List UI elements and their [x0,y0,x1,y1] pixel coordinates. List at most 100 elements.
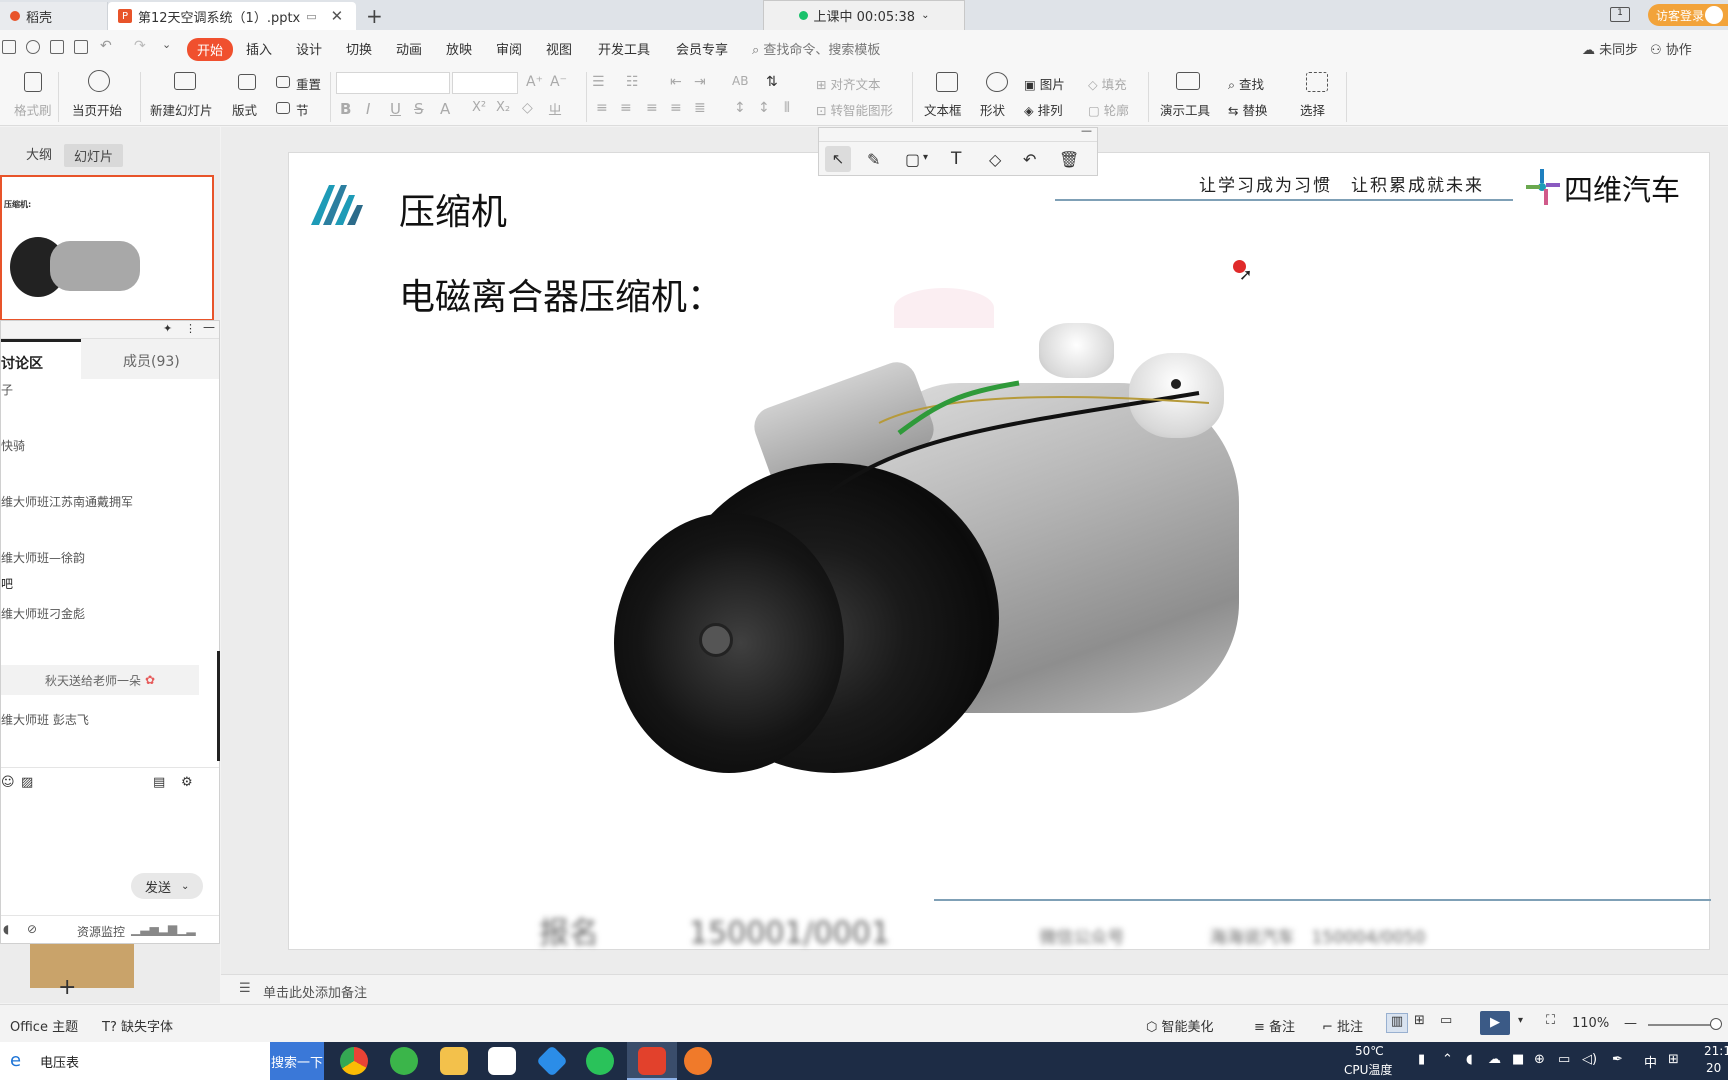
font-family-select[interactable] [336,72,450,94]
paragraph-spacing-icon[interactable]: ↕ [758,100,770,116]
chevron-down-icon[interactable]: ▾ [1518,1015,1523,1026]
compressor-image[interactable] [609,323,1259,783]
section-button[interactable]: 节 [296,100,309,119]
mute-icon[interactable]: ⊘ [27,922,37,936]
slide-subtitle[interactable]: 电磁离合器压缩机： [399,268,723,320]
align-left-icon[interactable]: ≡ [596,100,608,116]
window-count-icon[interactable]: 1 [1610,7,1630,22]
volume-icon[interactable]: ◁) [1582,1052,1597,1067]
pen-tray-icon[interactable]: ✒ [1612,1052,1623,1067]
avatar-icon[interactable] [1705,6,1723,24]
eraser-tool-icon[interactable]: ◇ [989,150,1001,169]
new-slide-button[interactable]: 新建幻灯片 [150,100,213,119]
layout-button[interactable]: 版式 [232,100,257,119]
font-size-select[interactable] [452,72,518,94]
clock-date[interactable]: 20 [1706,1061,1721,1075]
italic-icon[interactable]: I [366,100,370,118]
select-button[interactable]: 选择 [1300,100,1325,119]
select-icon[interactable] [1306,72,1328,92]
print-icon[interactable] [50,40,64,54]
tab-document[interactable]: P 第12天空调系统（1）.pptx ▭ ✕ [108,2,356,30]
keyboard-icon[interactable]: ⊞ [1668,1052,1679,1067]
strikethrough-icon[interactable]: S [414,100,424,118]
presenter-tools-button[interactable]: 演示工具 [1160,100,1210,119]
sort-icon[interactable]: ⇅ [766,74,778,90]
textbox-button[interactable]: 文本框 [924,100,962,119]
tray-square-icon[interactable]: ■ [1512,1052,1524,1067]
bold-icon[interactable]: B [340,100,351,118]
collaborate-button[interactable]: ⚇ 协作 [1650,39,1692,58]
mic-tray-icon[interactable]: ◖ [1466,1052,1473,1067]
find-button[interactable]: ⌕ 查找 [1228,74,1264,93]
rectangle-tool-icon[interactable]: ▢ [905,150,920,169]
pin-icon[interactable]: ▭ [306,10,316,23]
browser-icon[interactable] [390,1047,418,1075]
align-right-icon[interactable]: ≡ [646,100,658,116]
print-preview-icon[interactable] [74,40,88,54]
decrease-font-icon[interactable]: A⁻ [550,74,567,90]
normal-view-icon[interactable]: ▥ [1386,1013,1408,1033]
zoom-level[interactable]: 110% [1572,1016,1609,1031]
resource-monitor-label[interactable]: 资源监控 [77,923,125,940]
app-avatar-icon[interactable] [684,1047,712,1075]
increase-font-icon[interactable]: A⁺ [526,74,543,90]
reset-button[interactable]: 重置 [296,74,321,93]
shape-icon[interactable] [986,72,1008,92]
justify-icon[interactable]: ≡ [670,100,682,116]
image-icon[interactable]: ▨ [21,775,33,790]
format-painter-button[interactable]: 格式刷 [14,100,52,119]
font-color-icon[interactable]: A [440,100,450,118]
sync-status[interactable]: ☁ 未同步 [1582,39,1638,58]
numbering-icon[interactable]: ☷ [626,74,639,90]
outdent-icon[interactable]: ⇤ [670,74,682,90]
align-text-button[interactable]: ⊞ 对齐文本 [816,74,880,93]
chevron-down-icon[interactable]: ▾ [923,152,928,163]
pin-icon[interactable]: ✦ [163,322,172,335]
play-slideshow-icon[interactable]: ▶ [1480,1011,1510,1035]
quick-access-dropdown-icon[interactable]: ⌄ [162,38,171,51]
add-slide-icon[interactable]: + [58,975,76,1000]
notes-bar[interactable]: ☰ 单击此处添加备注 [221,974,1728,1004]
app-hub-icon[interactable] [488,1047,516,1075]
clear-format-icon[interactable]: ◇ [522,100,533,116]
chat-scrollbar[interactable] [217,651,220,761]
share-icon[interactable] [26,40,40,54]
tab-outline[interactable]: 大纲 [26,144,52,163]
reading-view-icon[interactable]: ▭ [1440,1013,1452,1028]
underline-icon[interactable]: U [390,100,401,118]
shape-button[interactable]: 形状 [980,100,1005,119]
network-icon[interactable]: ▭ [1558,1052,1570,1067]
notes-toggle-button[interactable]: ≡ 备注 [1254,1016,1295,1035]
message-icon[interactable]: ▤ [153,775,165,790]
grid-view-icon[interactable]: ⊞ [1414,1013,1425,1028]
tray-plus-icon[interactable]: ⊕ [1534,1052,1545,1067]
slide[interactable]: 压缩机 让学习成为习惯 让积累成就未来 四维汽车 电磁离合器压缩机： ➚ 报名 … [288,152,1711,951]
chrome-icon[interactable] [340,1047,368,1075]
column-icon[interactable]: ⫴ [784,100,790,116]
pointer-tool-icon[interactable]: ↖ [825,146,851,172]
subscript-icon[interactable]: X₂ [496,100,510,115]
phonetic-icon[interactable]: ㄓ [548,100,562,120]
superscript-icon[interactable]: X² [472,100,486,115]
arrange-button[interactable]: ◈ 排列 [1024,100,1063,119]
zoom-slider-handle[interactable] [1710,1018,1722,1030]
taskbar-search-input[interactable]: e 电压表 [0,1042,270,1080]
slide-thumbnail-next[interactable] [30,942,134,988]
replace-button[interactable]: ⇆ 替换 [1228,100,1267,119]
line-spacing-icon[interactable]: ↕ [734,100,746,116]
tab-docer[interactable]: 稻壳 [0,2,108,30]
align-center-icon[interactable]: ≡ [620,100,632,116]
text-tool-icon[interactable]: T [951,149,961,169]
menu-view[interactable]: 视图 [546,39,572,58]
minimize-icon[interactable]: — [203,320,215,334]
class-timer[interactable]: 上课中 00:05:38 ⌄ [763,0,965,31]
play-from-current-button[interactable]: 当页开始 [72,100,122,119]
file-explorer-icon[interactable] [440,1047,468,1075]
pen-tool-icon[interactable]: ✎ [867,150,880,169]
tray-chevron-icon[interactable]: ⌃ [1442,1052,1453,1067]
section-icon[interactable] [276,102,290,114]
send-button[interactable]: 发送 ⌄ [131,873,203,899]
bullets-icon[interactable]: ☰ [592,74,605,90]
textbox-icon[interactable] [936,72,958,92]
slide-title[interactable]: 压缩机 [399,183,507,235]
